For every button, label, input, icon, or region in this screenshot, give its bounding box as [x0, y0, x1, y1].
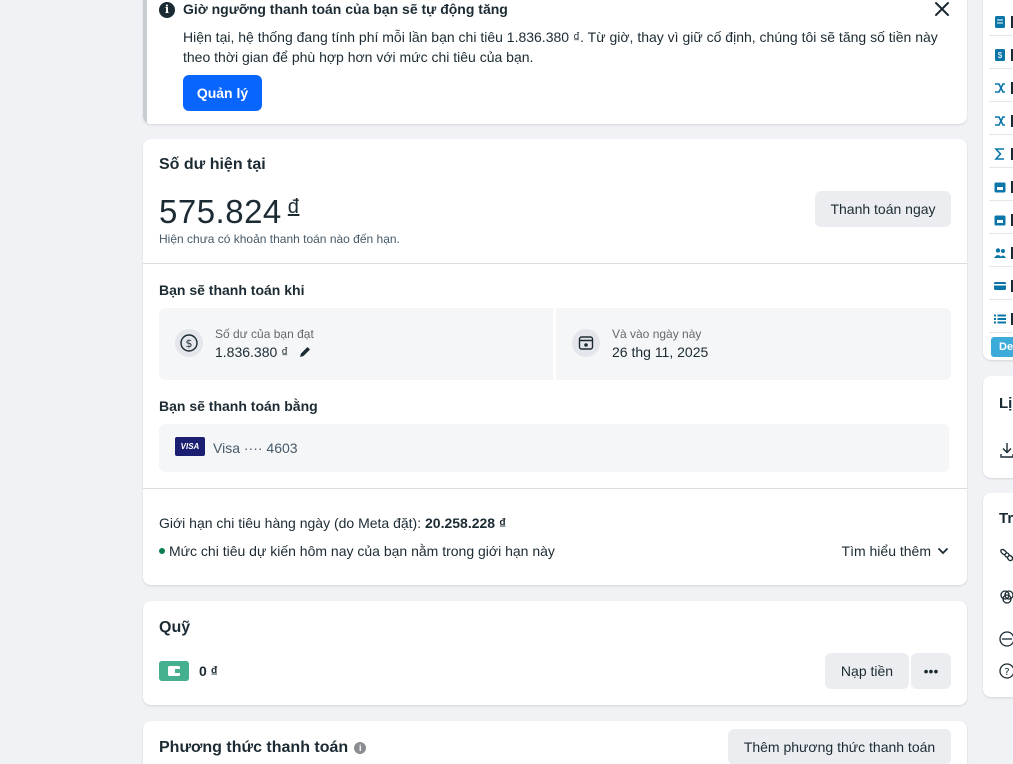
- side-menu-item[interactable]: [989, 305, 1013, 333]
- threshold-amount: 1.836.380 ₫: [215, 344, 289, 360]
- balance-currency: đ: [287, 196, 300, 218]
- payment-methods-card: Phương thức thanh toán i Thêm phương thức…: [143, 721, 967, 764]
- history-panel-title: Lị: [999, 395, 1013, 412]
- shuffle-icon: [995, 83, 1005, 93]
- learn-more-link[interactable]: Tìm hiểu thêm: [842, 543, 949, 559]
- calendar-icon: [994, 215, 1006, 226]
- chevron-down-icon: [938, 548, 948, 555]
- notice-body: Hiện tại, hệ thống đang tính phí mỗi lần…: [183, 29, 938, 65]
- top-up-button[interactable]: Nạp tiền: [825, 653, 909, 689]
- side-menu-panel: $ De: [983, 0, 1013, 360]
- invoice-icon: $: [995, 49, 1005, 61]
- manage-button[interactable]: Quản lý: [183, 75, 262, 111]
- date-condition: Và vào ngày này 26 thg 11, 2025: [556, 308, 951, 380]
- side-menu-item[interactable]: [989, 206, 1013, 234]
- status-dot: [159, 548, 165, 554]
- help-icon[interactable]: i: [354, 742, 367, 754]
- add-payment-method-button[interactable]: Thêm phương thức thanh toán: [728, 729, 951, 764]
- calendar-icon: [572, 329, 600, 357]
- balance-amount: 575.824 đ: [159, 193, 299, 231]
- side-menu-item[interactable]: [989, 107, 1013, 135]
- notice-accent-bar: [143, 0, 147, 124]
- payment-methods-title: Phương thức thanh toán i: [159, 739, 367, 757]
- document-icon: [995, 16, 1005, 28]
- info-icon: i: [159, 2, 175, 18]
- balance-title: Số dư hiện tại: [159, 156, 266, 173]
- side-menu-item[interactable]: [989, 8, 1013, 36]
- notice-title: Giờ ngưỡng thanh toán của bạn sẽ tự động…: [183, 1, 508, 17]
- svg-text:$: $: [998, 51, 1003, 60]
- spend-forecast: Mức chi tiêu dự kiến hôm nay của bạn nằm…: [159, 543, 555, 559]
- fund-title: Quỹ: [159, 619, 191, 636]
- pay-now-button[interactable]: Thanh toán ngay: [815, 191, 951, 227]
- payment-method-row[interactable]: VISA Visa ···· 4603: [159, 424, 949, 472]
- sigma-icon: [994, 148, 1004, 160]
- svg-text:?: ?: [1004, 667, 1009, 678]
- current-balance-card: Số dư hiện tại 575.824 đ Hiện chưa có kho…: [143, 139, 967, 585]
- list-icon: [994, 314, 1006, 324]
- side-menu-item[interactable]: [989, 173, 1013, 201]
- side-menu-item[interactable]: [989, 239, 1013, 267]
- threshold-value: 1.836.380 ₫: [215, 344, 312, 360]
- tools-panel: Tr ?: [983, 493, 1013, 697]
- threshold-notice-banner: i Giờ ngưỡng thanh toán của bạn sẽ tự độ…: [143, 0, 967, 124]
- svg-text:$: $: [186, 337, 193, 350]
- payment-methods-title-text: Phương thức thanh toán: [159, 739, 349, 756]
- rings-icon[interactable]: [999, 589, 1013, 605]
- users-icon: [994, 248, 1006, 258]
- card-text: Visa ···· 4603: [213, 440, 298, 456]
- date-label: Và vào ngày này: [612, 327, 702, 341]
- threshold-label: Số dư của bạn đạt: [215, 327, 314, 341]
- history-panel: Lị: [983, 376, 1013, 478]
- side-menu-item[interactable]: [989, 74, 1013, 102]
- more-options-button[interactable]: •••: [911, 653, 951, 689]
- divider: [143, 263, 967, 264]
- date-value: 26 thg 11, 2025: [612, 344, 709, 360]
- fund-balance: 0 ₫: [199, 663, 218, 679]
- learn-more-label: Tìm hiểu thêm: [841, 543, 931, 559]
- daily-limit-value: 20.258.228 ₫: [425, 515, 507, 531]
- fund-card: Quỹ 0 ₫ Nạp tiền •••: [143, 601, 967, 705]
- calendar-icon: [994, 182, 1006, 193]
- forecast-text: Mức chi tiêu dự kiến hôm nay của bạn nằm…: [169, 543, 555, 559]
- pay-method-label: Bạn sẽ thanh toán bằng: [159, 398, 318, 414]
- side-menu-item[interactable]: [989, 140, 1013, 168]
- close-icon[interactable]: [931, 0, 953, 20]
- shuffle-icon: [995, 116, 1005, 126]
- download-icon[interactable]: [999, 442, 1013, 458]
- daily-limit-label: Giới hạn chi tiêu hàng ngày (do Meta đặt…: [159, 515, 422, 531]
- threshold-condition: $ Số dư của bạn đạt 1.836.380 ₫: [159, 308, 553, 380]
- help-circle-icon[interactable]: ?: [999, 663, 1013, 679]
- tools-panel-title: Tr: [999, 510, 1013, 527]
- wallet-icon: [159, 661, 189, 681]
- pay-when-label: Bạn sẽ thanh toán khi: [159, 282, 305, 298]
- visa-logo: VISA: [175, 437, 205, 456]
- side-menu-item[interactable]: [989, 272, 1013, 300]
- side-tag-badge[interactable]: De: [991, 337, 1013, 357]
- divider: [143, 488, 967, 489]
- side-menu-item[interactable]: $: [989, 41, 1013, 69]
- pencil-icon[interactable]: [298, 345, 312, 359]
- dollar-icon: $: [175, 329, 203, 357]
- daily-limit: Giới hạn chi tiêu hàng ngày (do Meta đặt…: [159, 515, 506, 531]
- credit-card-icon: [994, 282, 1006, 290]
- fan-icon[interactable]: [999, 547, 1013, 563]
- minus-circle-icon[interactable]: [999, 631, 1013, 647]
- balance-amount-value: 575.824: [159, 193, 282, 230]
- balance-note: Hiện chưa có khoản thanh toán nào đến hạ…: [159, 232, 400, 246]
